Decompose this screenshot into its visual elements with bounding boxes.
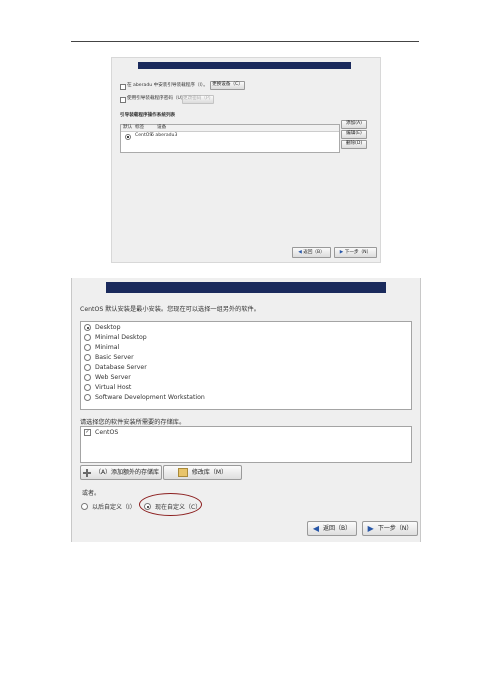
repo-item-label: CentOS xyxy=(95,429,119,436)
back-button-label: 返回（B） xyxy=(303,250,325,255)
bootloader-password-checkbox[interactable] xyxy=(120,97,126,103)
add-button[interactable]: 添加(A) xyxy=(341,120,367,129)
option-label: Web Server xyxy=(95,374,131,381)
page-top-rule xyxy=(71,41,419,42)
header-banner xyxy=(106,282,386,293)
next-button[interactable]: ▶ 下一步（N） xyxy=(334,247,377,258)
row-label: CentOS xyxy=(135,133,153,138)
col-device: 设备 xyxy=(157,125,167,130)
option-minimal-desktop[interactable]: Minimal Desktop xyxy=(84,333,147,342)
option-label: Virtual Host xyxy=(95,384,132,391)
bootloader-screenshot: 在 aberadu 中安装引导装载程序（I）。 更换设备（C） 使用引导装载程序… xyxy=(111,57,381,263)
next-button-label: 下一步（N） xyxy=(344,250,372,255)
radio-icon xyxy=(84,334,91,341)
option-label: Minimal xyxy=(95,344,120,351)
radio-icon xyxy=(84,384,91,391)
os-list-table[interactable]: 默认 标签 设备 CentOS 6 aberadu3 xyxy=(120,124,340,153)
radio-icon xyxy=(84,364,91,371)
radio-icon xyxy=(84,344,91,351)
change-password-button[interactable]: 更改密码（P） xyxy=(182,95,214,104)
delete-button[interactable]: 删除(D) xyxy=(341,140,367,149)
option-minimal[interactable]: Minimal xyxy=(84,343,119,352)
next-button-label: 下一步（N） xyxy=(377,525,413,532)
option-label: Desktop xyxy=(95,324,121,331)
arrow-left-icon: ◀ xyxy=(298,250,302,255)
radio-icon xyxy=(84,374,91,381)
col-label: 标签 xyxy=(135,125,145,130)
option-desktop[interactable]: Desktop xyxy=(84,323,121,332)
os-list-label: 引导装载程序操作系统列表 xyxy=(120,113,176,118)
col-default: 默认 xyxy=(123,125,133,130)
checkbox-checked-icon: ✓ xyxy=(84,429,91,436)
install-bootloader-checkbox[interactable] xyxy=(120,84,126,90)
or-label: 或者。 xyxy=(82,490,101,497)
table-header: 默认 标签 设备 xyxy=(121,125,339,132)
edit-button[interactable]: 编辑(E) xyxy=(341,130,367,139)
radio-icon xyxy=(81,503,88,510)
option-label: Minimal Desktop xyxy=(95,334,147,341)
highlight-ellipse xyxy=(139,493,202,516)
option-database-server[interactable]: Database Server xyxy=(84,363,147,372)
option-label: Database Server xyxy=(95,364,147,371)
back-button[interactable]: ◀ 返回（B） xyxy=(307,521,357,536)
add-repo-label: （A）添加额外的存储库 xyxy=(94,469,160,476)
customize-later-label: 以后自定义（I） xyxy=(92,504,136,511)
plus-icon xyxy=(82,468,91,477)
install-bootloader-label: 在 aberadu 中安装引导装载程序（I）。 xyxy=(127,83,208,88)
radio-selected-icon xyxy=(84,324,91,331)
radio-icon xyxy=(84,354,91,361)
row-device: 6 aberadu3 xyxy=(151,133,178,138)
back-button-label: 返回（B） xyxy=(323,525,352,532)
option-label: Basic Server xyxy=(95,354,134,361)
header-banner xyxy=(138,62,351,69)
software-group-list[interactable]: Desktop Minimal Desktop Minimal Basic Se… xyxy=(80,321,412,410)
repo-item-centos[interactable]: ✓ CentOS xyxy=(84,428,118,437)
software-selection-screenshot: CentOS 默认安装是最小安装。您现在可以选择一组另外的软件。 Desktop… xyxy=(71,278,421,542)
back-button[interactable]: ◀ 返回（B） xyxy=(292,247,331,258)
edit-icon xyxy=(177,468,188,477)
option-software-dev-workstation[interactable]: Software Development Workstation xyxy=(84,393,205,402)
default-radio[interactable] xyxy=(125,134,131,140)
change-device-button[interactable]: 更换设备（C） xyxy=(210,81,245,90)
repo-list[interactable]: ✓ CentOS xyxy=(80,426,412,463)
radio-icon xyxy=(84,394,91,401)
customize-later-option[interactable]: 以后自定义（I） xyxy=(81,502,136,511)
next-button[interactable]: ▶ 下一步（N） xyxy=(362,521,418,536)
intro-text: CentOS 默认安装是最小安装。您现在可以选择一组另外的软件。 xyxy=(80,306,260,313)
arrow-left-icon: ◀ xyxy=(312,524,320,533)
modify-repo-button[interactable]: 修改库（M） xyxy=(163,465,242,480)
option-basic-server[interactable]: Basic Server xyxy=(84,353,134,362)
option-web-server[interactable]: Web Server xyxy=(84,373,131,382)
repo-label: 请选择您的软件安装所需要的存储库。 xyxy=(80,419,186,426)
option-label: Software Development Workstation xyxy=(95,394,205,401)
bootloader-password-label: 使用引导装载程序密码（U） xyxy=(127,96,186,101)
option-virtual-host[interactable]: Virtual Host xyxy=(84,383,131,392)
arrow-right-icon: ▶ xyxy=(339,250,344,255)
add-repo-button[interactable]: （A）添加额外的存储库 xyxy=(80,465,162,480)
arrow-right-icon: ▶ xyxy=(367,524,374,533)
modify-repo-label: 修改库（M） xyxy=(191,469,228,476)
